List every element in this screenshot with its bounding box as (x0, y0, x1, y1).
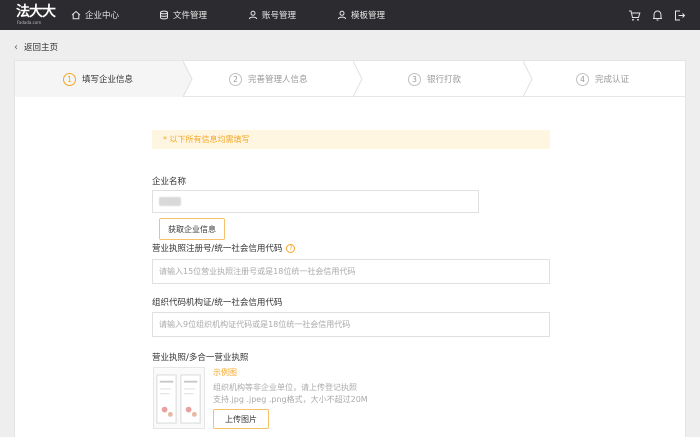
step-arrow-separator (353, 61, 363, 97)
logout-icon[interactable] (673, 9, 686, 22)
user-icon (248, 10, 258, 20)
database-icon (160, 10, 168, 20)
step-label: 填写企业信息 (82, 75, 134, 85)
step-arrow-separator (523, 61, 533, 97)
nav-item-account-management[interactable]: 账号管理 (248, 0, 296, 30)
step-number: 3 (408, 72, 421, 86)
logo[interactable]: 法大大 Fadada.com (16, 4, 56, 26)
cart-icon[interactable] (628, 9, 641, 22)
fetch-company-info-button[interactable]: 获取企业信息 (159, 218, 225, 240)
nav-label: 模板管理 (351, 11, 386, 21)
company-name-input[interactable] (152, 190, 479, 213)
org-code-label: 组织代码机构证/统一社会信用代码 (152, 298, 283, 308)
org-code-input[interactable]: 请输入9位组织机构证代码或是18位统一社会信用代码 (152, 312, 550, 337)
main-card: 1 填写企业信息 2 完善管理人信息 3 银行打款 4 完成认证 * 以下所有信… (14, 60, 686, 437)
bell-icon[interactable] (651, 9, 664, 22)
license-label-text: 营业执照注册号/统一社会信用代码 (152, 244, 283, 254)
license-label: 营业执照注册号/统一社会信用代码 ? (152, 242, 296, 254)
nav-label: 账号管理 (262, 11, 297, 21)
user-icon (337, 10, 347, 20)
top-navigation-bar: 法大大 Fadada.com 企业中心 文件管理 账号管理 模板管理 (0, 0, 700, 30)
step-label: 银行打款 (427, 75, 462, 85)
upload-image-button[interactable]: 上传图片 (213, 409, 269, 429)
nav-item-template-management[interactable]: 模板管理 (337, 0, 385, 30)
step-fill-company-info: 1 填写企业信息 (15, 61, 183, 97)
upload-hint-nonenterprise: 组织机构等非企业单位，请上传登记执照 (213, 383, 357, 392)
upload-hint-format: 支持.jpg .jpeg .png格式，大小不超过20M (213, 395, 368, 404)
logo-text: 法大大 (16, 4, 56, 20)
nav-item-enterprise-center[interactable]: 企业中心 (71, 0, 119, 30)
logo-subtext: Fadada.com (17, 20, 42, 25)
step-manager-info: 2 完善管理人信息 (193, 61, 353, 97)
step-number: 1 (63, 72, 76, 86)
step-label: 完善管理人信息 (248, 75, 308, 85)
back-to-home-link[interactable]: ‹ 返回主页 (14, 41, 59, 54)
company-name-label: 企业名称 (152, 177, 187, 187)
step-label: 完成认证 (595, 75, 630, 85)
back-label: 返回主页 (24, 43, 59, 53)
sample-image-link[interactable]: 示例图 (213, 367, 237, 378)
step-bank-transfer: 3 银行打款 (363, 61, 523, 97)
sample-license-image (153, 367, 205, 429)
license-thumbnail-icon (156, 374, 201, 424)
redacted-value (159, 197, 181, 206)
step-complete-verification: 4 完成认证 (533, 61, 685, 97)
progress-steps: 1 填写企业信息 2 完善管理人信息 3 银行打款 4 完成认证 (15, 61, 685, 97)
step-number: 2 (229, 72, 242, 86)
nav-label: 企业中心 (85, 11, 120, 21)
step-arrow-separator (183, 61, 193, 97)
license-number-input[interactable]: 请输入15位营业执照注册号或是18位统一社会信用代码 (152, 259, 550, 284)
help-icon[interactable]: ? (286, 243, 296, 253)
home-icon (71, 10, 81, 20)
chevron-left-icon: ‹ (14, 41, 18, 53)
nav-label: 文件管理 (173, 11, 208, 21)
license-upload-label: 营业执照/多合一营业执照 (152, 353, 249, 363)
required-notice: * 以下所有信息均需填写 (152, 130, 550, 149)
step-number: 4 (576, 72, 589, 86)
nav-item-file-management[interactable]: 文件管理 (159, 0, 207, 30)
